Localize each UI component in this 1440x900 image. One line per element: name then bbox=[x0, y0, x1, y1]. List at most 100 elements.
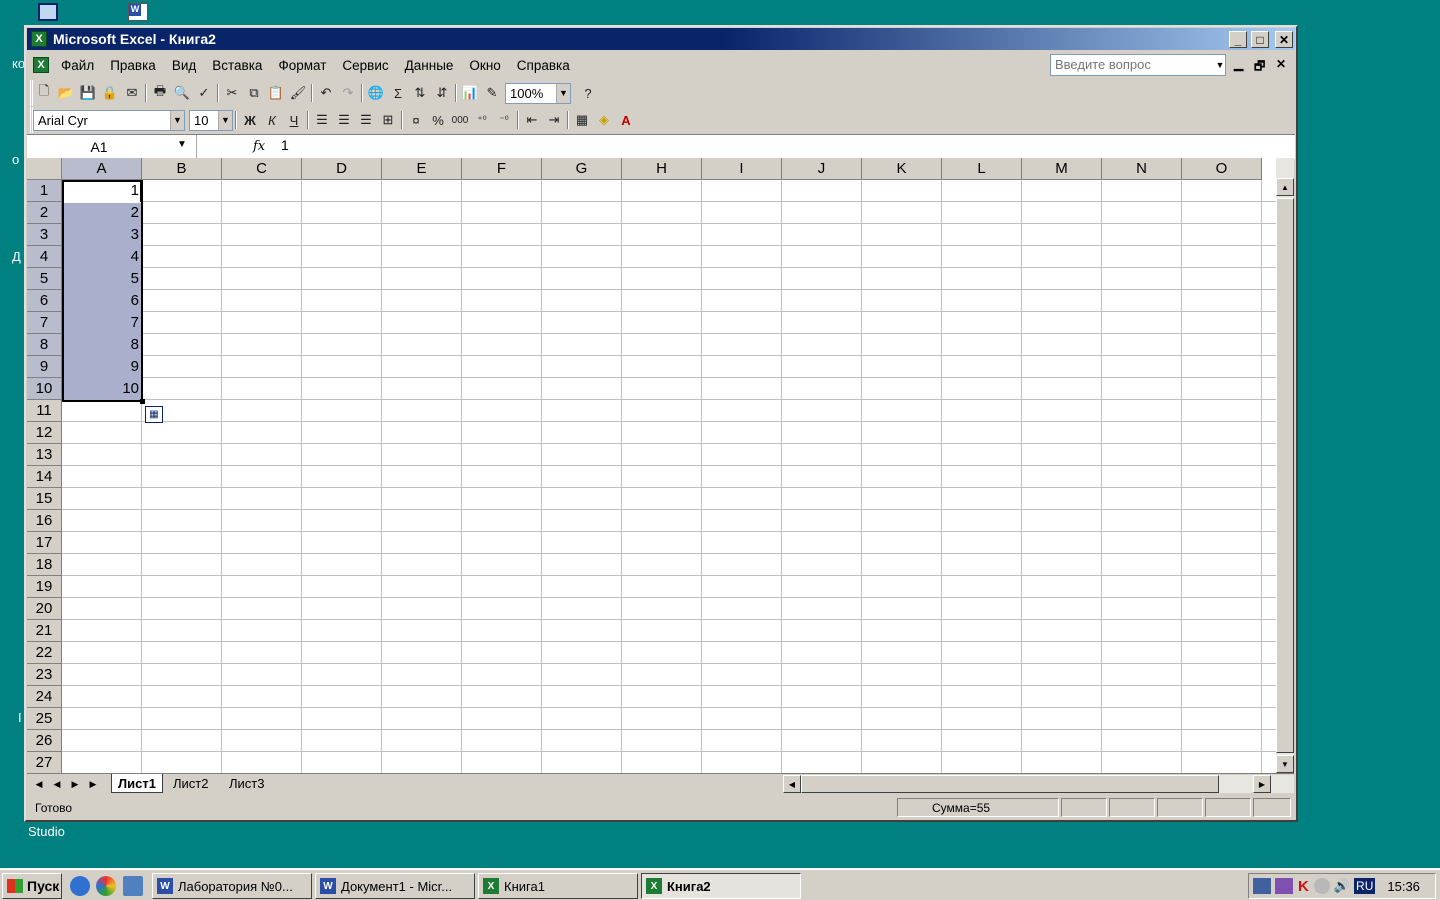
percent-button[interactable]: % bbox=[427, 109, 449, 131]
clock[interactable]: 15:36 bbox=[1387, 879, 1420, 894]
row-header[interactable]: 17 bbox=[27, 532, 62, 554]
outlook-icon[interactable] bbox=[123, 876, 143, 896]
font-name-select[interactable]: Arial Cyr ▼ bbox=[33, 109, 185, 131]
sheet-tab-2[interactable]: Лист2 bbox=[167, 774, 214, 793]
ie-icon[interactable] bbox=[70, 876, 90, 896]
column-header[interactable]: H bbox=[622, 158, 702, 180]
chevron-down-icon[interactable]: ▼ bbox=[218, 110, 232, 130]
antivirus-icon[interactable]: K bbox=[1298, 878, 1309, 895]
decrease-decimal-icon[interactable]: ⁻⁰ bbox=[493, 109, 515, 131]
resize-grip[interactable] bbox=[1253, 798, 1291, 817]
column-header[interactable]: E bbox=[382, 158, 462, 180]
column-header[interactable]: I bbox=[702, 158, 782, 180]
sheet-tab-3[interactable]: Лист3 bbox=[223, 774, 270, 793]
column-header[interactable]: M bbox=[1022, 158, 1102, 180]
sort-ascending-icon[interactable]: ⇅ bbox=[409, 82, 431, 104]
column-header[interactable]: L bbox=[942, 158, 1022, 180]
scroll-right-button[interactable]: ▶ bbox=[1253, 775, 1271, 793]
scroll-left-button[interactable]: ◀ bbox=[783, 775, 801, 793]
close-button[interactable]: ✕ bbox=[1275, 31, 1293, 48]
row-header[interactable]: 22 bbox=[27, 642, 62, 664]
font-size-select[interactable]: 10 ▼ bbox=[189, 109, 233, 131]
spreadsheet-grid[interactable]: ABCDEFGHIJKLMNO 1 2 3 4 5 6 7 8 9 10 11 12 13 14 15 16 1… bbox=[27, 158, 1277, 773]
menu-edit[interactable]: Правка bbox=[102, 58, 164, 73]
row-header[interactable]: 16 bbox=[27, 510, 62, 532]
row-header[interactable]: 1 bbox=[27, 180, 62, 202]
thousands-button[interactable]: 000 bbox=[449, 109, 471, 131]
row-header[interactable]: 18 bbox=[27, 554, 62, 576]
row-header[interactable]: 21 bbox=[27, 620, 62, 642]
menu-view[interactable]: Вид bbox=[164, 58, 204, 73]
copy-icon[interactable]: ⧉ bbox=[243, 82, 265, 104]
task-excel-book2[interactable]: X Книга2 bbox=[641, 873, 801, 899]
cell-a2[interactable]: 2 bbox=[62, 202, 142, 224]
merge-center-icon[interactable]: ⊞ bbox=[377, 109, 399, 131]
menu-data[interactable]: Данные bbox=[397, 58, 462, 73]
column-header[interactable]: A bbox=[62, 158, 142, 180]
align-right-icon[interactable]: ☰ bbox=[355, 109, 377, 131]
task-word-laboratory[interactable]: W Лаборатория №0... bbox=[152, 873, 312, 899]
email-icon[interactable]: ✉ bbox=[121, 82, 143, 104]
row-header[interactable]: 10 bbox=[27, 378, 62, 400]
cell-a7[interactable]: 7 bbox=[62, 312, 142, 334]
drawing-icon[interactable]: ✎ bbox=[481, 82, 503, 104]
ask-question-input[interactable]: Введите вопрос bbox=[1050, 54, 1226, 76]
tray-status-icon[interactable] bbox=[1313, 878, 1330, 894]
task-word-document[interactable]: W Документ1 - Micr... bbox=[315, 873, 475, 899]
decrease-indent-icon[interactable]: ⇤ bbox=[521, 109, 543, 131]
column-header[interactable]: N bbox=[1102, 158, 1182, 180]
permissions-icon[interactable]: 🔒 bbox=[99, 82, 121, 104]
print-icon[interactable]: 🖶 bbox=[149, 82, 171, 104]
select-all-corner[interactable] bbox=[27, 158, 62, 180]
column-header[interactable]: G bbox=[542, 158, 622, 180]
name-box[interactable]: A1 bbox=[27, 135, 197, 159]
scroll-down-button[interactable]: ▼ bbox=[1276, 755, 1294, 773]
cell-a10[interactable]: 10 bbox=[62, 378, 142, 400]
cut-icon[interactable]: ✂ bbox=[221, 82, 243, 104]
doc-close-button[interactable]: ✕ bbox=[1276, 57, 1286, 71]
tray-app-icon[interactable] bbox=[1275, 878, 1293, 894]
cell-a9[interactable]: 9 bbox=[62, 356, 142, 378]
bold-button[interactable]: Ж bbox=[239, 109, 261, 131]
row-header[interactable]: 9 bbox=[27, 356, 62, 378]
open-icon[interactable]: 📂 bbox=[55, 82, 77, 104]
align-center-icon[interactable]: ☰ bbox=[333, 109, 355, 131]
doc-restore-button[interactable]: 🗗 bbox=[1254, 57, 1265, 78]
row-header[interactable]: 5 bbox=[27, 268, 62, 290]
row-header[interactable]: 12 bbox=[27, 422, 62, 444]
row-header[interactable]: 20 bbox=[27, 598, 62, 620]
document-icon[interactable]: X bbox=[33, 57, 49, 73]
sheet-tab-1[interactable]: Лист1 bbox=[111, 774, 163, 793]
zoom-select[interactable]: 100% ▼ bbox=[505, 82, 571, 104]
row-header[interactable]: 14 bbox=[27, 466, 62, 488]
spelling-icon[interactable]: ✓ bbox=[193, 82, 215, 104]
desktop-icon-word-doc[interactable]: W bbox=[128, 3, 148, 21]
row-header[interactable]: 2 bbox=[27, 202, 62, 224]
row-header[interactable]: 25 bbox=[27, 708, 62, 730]
increase-indent-icon[interactable]: ⇥ bbox=[543, 109, 565, 131]
autofill-options-icon[interactable]: ▦ bbox=[145, 406, 163, 423]
chart-wizard-icon[interactable]: 📊 bbox=[459, 82, 481, 104]
fill-color-icon[interactable]: ◈ bbox=[593, 109, 615, 131]
align-left-icon[interactable]: ☰ bbox=[311, 109, 333, 131]
new-icon[interactable]: 🗋 bbox=[33, 82, 55, 104]
cell-a6[interactable]: 6 bbox=[62, 290, 142, 312]
horizontal-scroll-thumb[interactable] bbox=[801, 775, 1219, 793]
row-header[interactable]: 24 bbox=[27, 686, 62, 708]
menu-file[interactable]: Файл bbox=[53, 58, 102, 73]
row-header[interactable]: 4 bbox=[27, 246, 62, 268]
format-painter-icon[interactable]: 🖌 bbox=[287, 82, 309, 104]
column-header[interactable]: C bbox=[222, 158, 302, 180]
desktop-icon-monitor[interactable] bbox=[38, 3, 58, 21]
print-preview-icon[interactable]: 🔍 bbox=[171, 82, 193, 104]
start-button[interactable]: Пуск bbox=[2, 873, 62, 899]
cell-a3[interactable]: 3 bbox=[62, 224, 142, 246]
scroll-up-button[interactable]: ▲ bbox=[1276, 178, 1294, 196]
column-header[interactable]: K bbox=[862, 158, 942, 180]
row-header[interactable]: 13 bbox=[27, 444, 62, 466]
underline-button[interactable]: Ч bbox=[283, 109, 305, 131]
sort-descending-icon[interactable]: ⇵ bbox=[431, 82, 453, 104]
vertical-scrollbar[interactable]: ▲ ▼ bbox=[1276, 158, 1294, 773]
next-sheet-button[interactable]: ▶ bbox=[67, 776, 83, 792]
redo-icon[interactable]: ↷ bbox=[337, 82, 359, 104]
